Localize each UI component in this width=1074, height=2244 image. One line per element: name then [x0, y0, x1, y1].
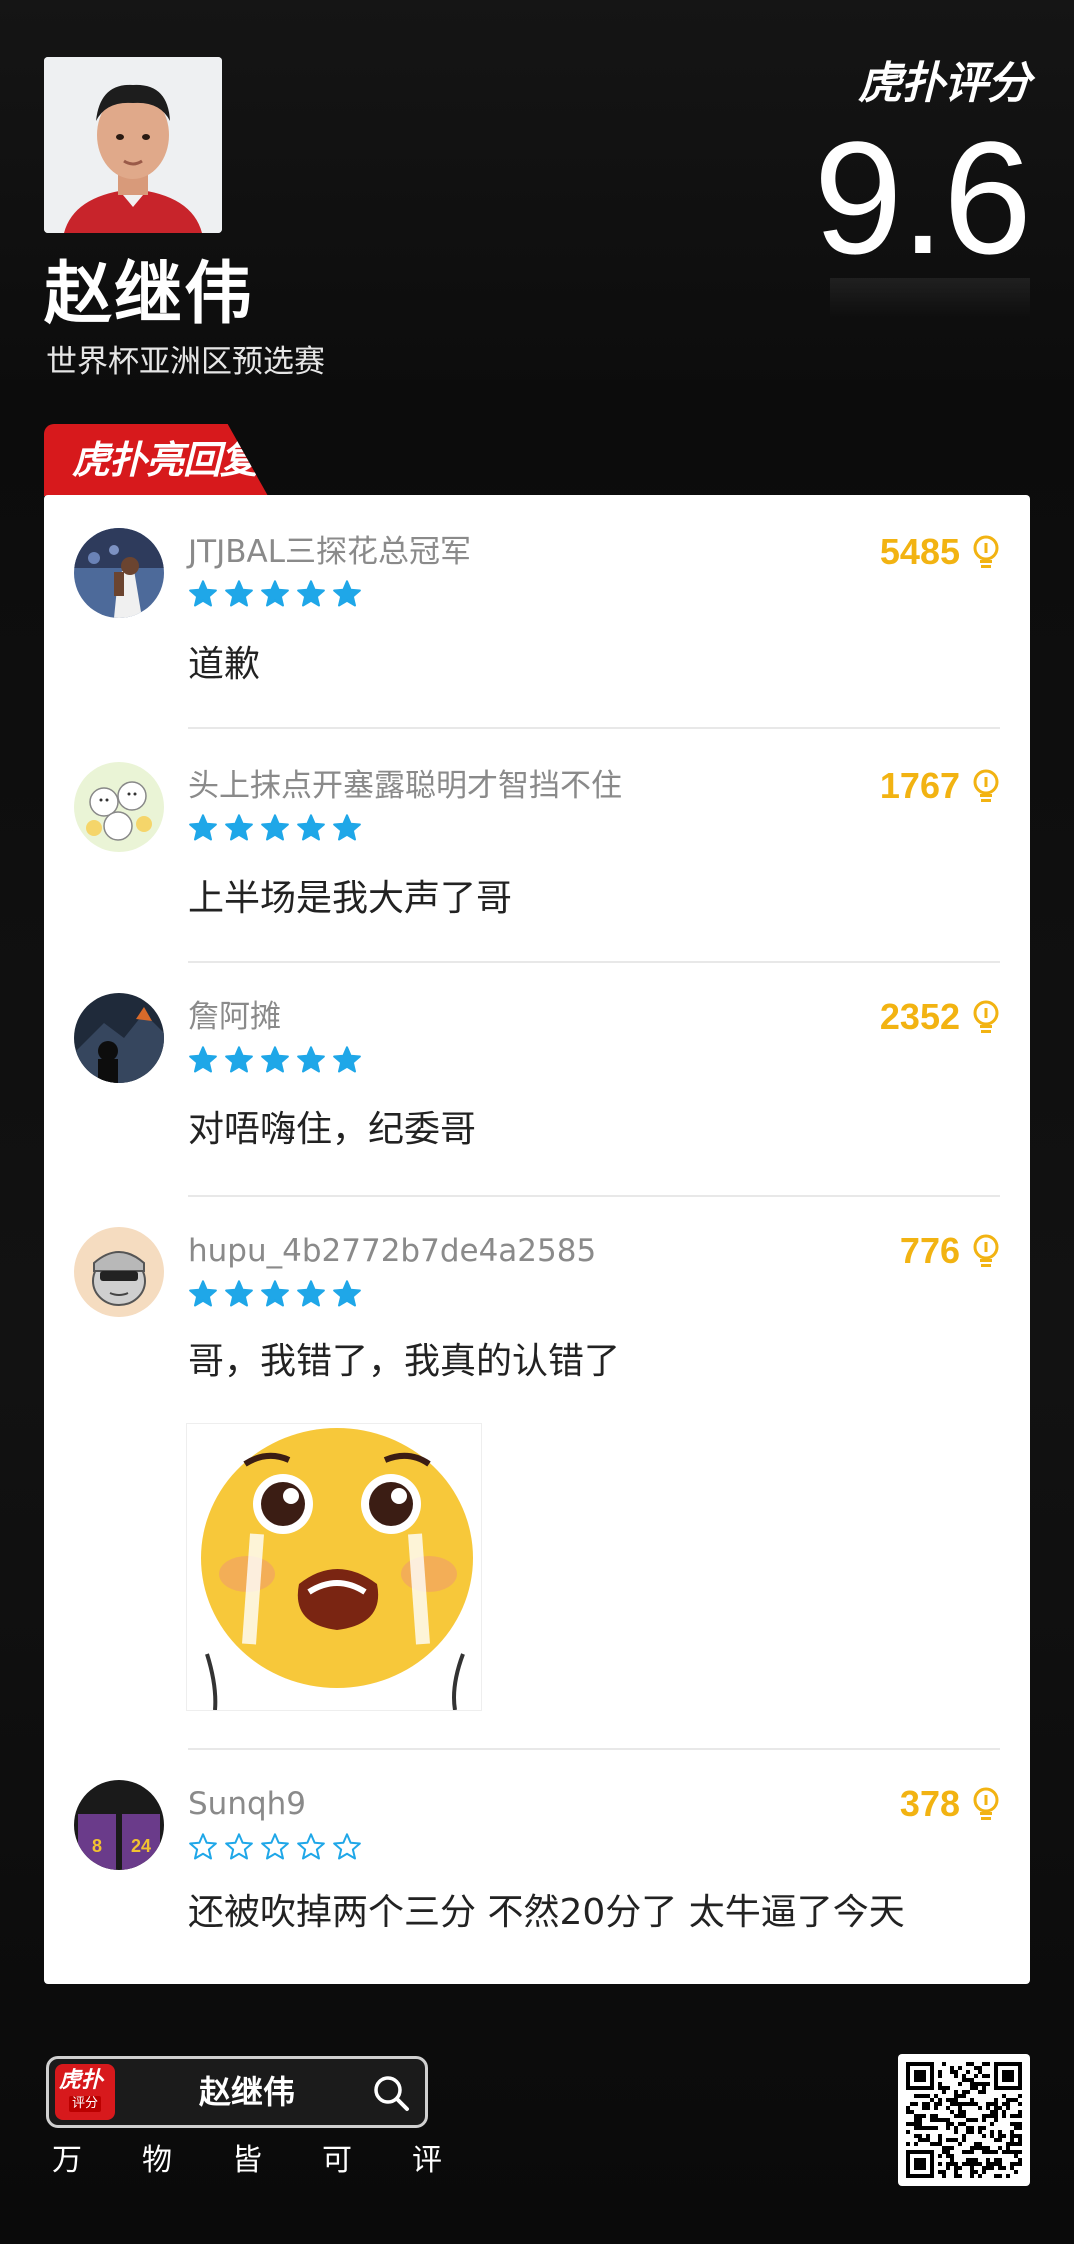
- star-empty-icon: [297, 1833, 325, 1860]
- comment-username[interactable]: Sunqh9: [188, 1784, 306, 1824]
- event-name: 世界杯亚洲区预选赛: [46, 344, 325, 380]
- lightbulb-icon: [973, 1787, 999, 1820]
- star-filled-icon: [189, 814, 217, 841]
- comment-divider: [188, 1195, 1000, 1197]
- comment-username[interactable]: 詹阿摊: [188, 997, 281, 1037]
- comment-username[interactable]: JTJBAL三探花总冠军: [188, 532, 471, 572]
- star-filled-icon: [297, 1046, 325, 1073]
- comment-username[interactable]: hupu_4b2772b7de4a2585: [188, 1231, 596, 1271]
- star-filled-icon: [189, 580, 217, 607]
- logo-subtext: 评分: [69, 2096, 102, 2112]
- lightbulb-icon: [973, 1000, 999, 1033]
- brand-rating-logo: 虎扑评分: [858, 58, 1031, 109]
- avatar-image: [74, 762, 164, 852]
- star-filled-icon: [297, 814, 325, 841]
- avatar-image: [74, 1227, 164, 1317]
- star-filled-icon: [333, 580, 361, 607]
- star-filled-icon: [261, 1046, 289, 1073]
- like-count-value: 1767: [879, 765, 960, 806]
- player-photo: [44, 57, 222, 233]
- like-count-value: 378: [899, 1783, 960, 1824]
- crying-face-sticker: [187, 1424, 481, 1710]
- like-count[interactable]: 5485: [880, 532, 1000, 572]
- comment-text: 哥，我错了，我真的认错了: [188, 1341, 621, 1382]
- star-empty-icon: [189, 1833, 217, 1860]
- comment-text: 上半场是我大声了哥: [188, 878, 513, 919]
- user-avatar[interactable]: [74, 528, 164, 618]
- star-filled-icon: [189, 1280, 217, 1307]
- like-count[interactable]: 776: [900, 1231, 1000, 1271]
- slogan: 万 物 皆 可 评: [52, 2141, 442, 2181]
- like-count-value: 5485: [879, 531, 960, 572]
- star-filled-icon: [297, 1280, 325, 1307]
- star-filled-icon: [225, 580, 253, 607]
- svg-text:24: 24: [131, 1836, 151, 1856]
- star-rating: [188, 813, 362, 843]
- like-count[interactable]: 1767: [880, 766, 1000, 806]
- star-rating: [188, 1045, 362, 1075]
- star-filled-icon: [333, 1280, 361, 1307]
- like-count-value: 776: [899, 1230, 960, 1271]
- lightbulb-icon: [973, 769, 999, 802]
- comment-text: 道歉: [188, 644, 261, 685]
- svg-text:8: 8: [92, 1836, 102, 1856]
- star-filled-icon: [225, 814, 253, 841]
- avatar-image: [74, 528, 164, 618]
- star-filled-icon: [333, 814, 361, 841]
- star-empty-icon: [261, 1833, 289, 1860]
- user-avatar[interactable]: [74, 1227, 164, 1317]
- comment-username[interactable]: 头上抹点开塞露聪明才智挡不住: [188, 766, 622, 806]
- comments-card: JTJBAL三探花总冠军 5485 道歉 头上抹点开塞露聪明才智挡不住 1767…: [44, 495, 1030, 1984]
- lightbulb-icon: [973, 535, 999, 568]
- star-filled-icon: [333, 1046, 361, 1073]
- slogan-char: 物: [142, 2143, 172, 2178]
- star-filled-icon: [297, 580, 325, 607]
- slogan-char: 万: [52, 2143, 82, 2178]
- avatar-image: [74, 993, 164, 1083]
- star-filled-icon: [261, 1280, 289, 1307]
- user-avatar[interactable]: [74, 762, 164, 852]
- rating-score: 9.6: [813, 108, 1032, 287]
- lightbulb-icon: [973, 1234, 999, 1267]
- logo-text: 虎扑: [59, 2068, 104, 2093]
- like-count[interactable]: 2352: [880, 997, 1000, 1037]
- crying-emoji-image[interactable]: [186, 1423, 482, 1711]
- slogan-char: 评: [412, 2143, 442, 2178]
- player-avatar[interactable]: [44, 57, 222, 233]
- comment-divider: [188, 727, 1000, 729]
- comment-text: 对唔嗨住，纪委哥: [188, 1109, 477, 1150]
- search-bar[interactable]: 虎扑 评分 赵继伟: [46, 2056, 428, 2128]
- hupu-logo: 虎扑 评分: [55, 2064, 115, 2120]
- user-avatar[interactable]: [74, 993, 164, 1083]
- comment-text: 还被吹掉两个三分 不然20分了 太牛逼了今天: [188, 1892, 905, 1933]
- avatar-image: 8 24: [74, 1780, 164, 1870]
- star-filled-icon: [261, 814, 289, 841]
- hot-replies-label: 虎扑亮回复: [72, 438, 258, 482]
- qr-code[interactable]: [898, 2054, 1030, 2186]
- search-icon[interactable]: [371, 2073, 411, 2113]
- user-avatar[interactable]: 8 24: [74, 1780, 164, 1870]
- slogan-char: 可: [322, 2143, 352, 2178]
- score-reflection: [830, 278, 1030, 318]
- search-query: 赵继伟: [199, 2073, 296, 2111]
- slogan-char: 皆: [232, 2143, 262, 2178]
- like-count[interactable]: 378: [900, 1784, 1000, 1824]
- star-filled-icon: [225, 1046, 253, 1073]
- star-filled-icon: [189, 1046, 217, 1073]
- qr-code-pattern: [906, 2062, 1022, 2178]
- star-filled-icon: [261, 580, 289, 607]
- like-count-value: 2352: [879, 996, 960, 1037]
- star-rating: [188, 579, 362, 609]
- comment-divider: [188, 961, 1000, 963]
- star-filled-icon: [225, 1280, 253, 1307]
- star-rating: [188, 1279, 362, 1309]
- star-empty-icon: [333, 1833, 361, 1860]
- player-name: 赵继伟: [44, 255, 255, 334]
- comment-divider: [188, 1748, 1000, 1750]
- star-rating: [188, 1832, 362, 1862]
- star-empty-icon: [225, 1833, 253, 1860]
